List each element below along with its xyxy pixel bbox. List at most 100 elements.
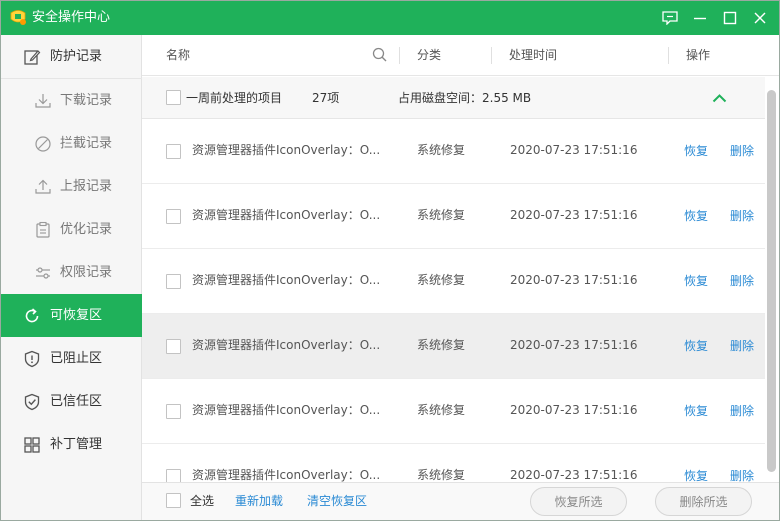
sidebar-item-blocked-zone[interactable]: 已阻止区	[1, 337, 142, 380]
chevron-up-icon[interactable]	[712, 93, 727, 103]
scrollbar-thumb[interactable]	[767, 90, 776, 472]
column-header-action: 操作	[686, 48, 711, 62]
group-disk-usage: 占用磁盘空间：2.55 MB	[398, 91, 532, 105]
table-row[interactable]: 资源管理器插件IconOverlay：O... 系统修复 2020-07-23 …	[142, 184, 765, 249]
maximize-icon[interactable]	[720, 8, 740, 28]
minimize-icon[interactable]	[690, 8, 710, 28]
row-category: 系统修复	[417, 403, 466, 417]
sidebar-item-label: 已信任区	[50, 394, 103, 409]
sidebar-item-label: 补丁管理	[50, 437, 103, 452]
row-name: 资源管理器插件IconOverlay：O...	[192, 208, 381, 222]
sidebar-item-trusted-zone[interactable]: 已信任区	[1, 380, 142, 423]
sidebar-item-patch-management[interactable]: 补丁管理	[1, 423, 142, 466]
sidebar: 防护记录 下载记录 拦截记录 上报记录 优化记录 权限记录 可恢复区 已阻止区 …	[0, 35, 142, 521]
row-category: 系统修复	[417, 143, 466, 157]
row-time: 2020-07-23 17:51:16	[510, 403, 638, 417]
divider	[668, 47, 669, 64]
restore-link[interactable]: 恢复	[684, 144, 708, 158]
group-label: 一周前处理的项目	[186, 91, 283, 105]
shield-alert-icon	[24, 350, 40, 368]
restore-link[interactable]: 恢复	[684, 404, 708, 418]
sidebar-item-restore-zone[interactable]: 可恢复区	[1, 294, 142, 337]
row-time: 2020-07-23 17:51:16	[510, 468, 638, 482]
group-checkbox[interactable]	[166, 90, 181, 105]
clipboard-icon	[36, 221, 50, 238]
delete-link[interactable]: 删除	[730, 144, 754, 158]
column-header-time[interactable]: 处理时间	[509, 48, 557, 62]
block-icon	[35, 136, 51, 152]
delete-link[interactable]: 删除	[730, 209, 754, 223]
sidebar-item-protection-records[interactable]: 防护记录	[1, 35, 142, 78]
row-time: 2020-07-23 17:51:16	[510, 208, 638, 222]
patch-grid-icon	[24, 437, 40, 453]
reload-link[interactable]: 重新加载	[235, 494, 283, 508]
row-checkbox[interactable]	[166, 144, 181, 159]
row-checkbox[interactable]	[166, 404, 181, 419]
sidebar-item-permission-records[interactable]: 权限记录	[1, 251, 142, 294]
restore-link[interactable]: 恢复	[684, 274, 708, 288]
sidebar-item-label: 下载记录	[60, 93, 113, 108]
close-icon[interactable]	[750, 8, 770, 28]
delete-link[interactable]: 删除	[730, 274, 754, 288]
row-name: 资源管理器插件IconOverlay：O...	[192, 338, 381, 352]
restore-selected-button[interactable]: 恢复所选	[530, 487, 627, 516]
shield-check-icon	[24, 393, 40, 411]
feedback-icon[interactable]	[660, 8, 680, 28]
column-header-category[interactable]: 分类	[417, 48, 441, 62]
row-time: 2020-07-23 17:51:16	[510, 338, 638, 352]
row-name: 资源管理器插件IconOverlay：O...	[192, 143, 381, 157]
row-category: 系统修复	[417, 338, 466, 352]
sidebar-item-block-records[interactable]: 拦截记录	[1, 122, 142, 165]
delete-link[interactable]: 删除	[730, 404, 754, 418]
table-header: 名称 分类 处理时间 操作	[142, 35, 780, 76]
sidebar-item-label: 权限记录	[60, 265, 113, 280]
divider	[399, 47, 400, 64]
row-category: 系统修复	[417, 468, 466, 482]
row-checkbox[interactable]	[166, 339, 181, 354]
row-category: 系统修复	[417, 273, 466, 287]
column-header-name[interactable]: 名称	[166, 48, 190, 62]
sidebar-item-report-records[interactable]: 上报记录	[1, 165, 142, 208]
row-time: 2020-07-23 17:51:16	[510, 273, 638, 287]
sidebar-item-label: 优化记录	[60, 222, 113, 237]
upload-icon	[35, 179, 51, 194]
sidebar-item-label: 防护记录	[50, 49, 103, 64]
table-row[interactable]: 资源管理器插件IconOverlay：O... 系统修复 2020-07-23 …	[142, 314, 765, 379]
sidebar-item-label: 拦截记录	[60, 136, 113, 151]
footer-bar: 全选 重新加载 清空恢复区 恢复所选 删除所选	[142, 482, 780, 521]
table-row[interactable]: 资源管理器插件IconOverlay：O... 系统修复 2020-07-23 …	[142, 119, 765, 184]
window-title: 安全操作中心	[32, 10, 111, 25]
shield-logo-icon	[10, 10, 26, 25]
row-time: 2020-07-23 17:51:16	[510, 143, 638, 157]
row-name: 资源管理器插件IconOverlay：O...	[192, 273, 381, 287]
delete-link[interactable]: 删除	[730, 469, 754, 483]
download-icon	[35, 94, 51, 108]
restore-link[interactable]: 恢复	[684, 339, 708, 353]
select-all-label[interactable]: 全选	[190, 494, 214, 508]
sidebar-item-optimize-records[interactable]: 优化记录	[1, 208, 142, 251]
row-name: 资源管理器插件IconOverlay：O...	[192, 468, 381, 482]
clear-restore-zone-link[interactable]: 清空恢复区	[307, 494, 367, 508]
sidebar-item-label: 上报记录	[60, 179, 113, 194]
row-category: 系统修复	[417, 208, 466, 222]
search-icon[interactable]	[372, 47, 387, 62]
sliders-icon	[36, 267, 50, 279]
title-bar: 安全操作中心	[0, 0, 780, 35]
sidebar-item-label: 已阻止区	[50, 351, 103, 366]
row-checkbox[interactable]	[166, 274, 181, 289]
table-row[interactable]: 资源管理器插件IconOverlay：O... 系统修复 2020-07-23 …	[142, 379, 765, 444]
select-all-checkbox[interactable]	[166, 493, 181, 508]
row-checkbox[interactable]	[166, 209, 181, 224]
restore-link[interactable]: 恢复	[684, 209, 708, 223]
sidebar-item-download-records[interactable]: 下载记录	[1, 79, 142, 122]
sidebar-item-label: 可恢复区	[50, 308, 103, 323]
delete-link[interactable]: 删除	[730, 339, 754, 353]
restore-link[interactable]: 恢复	[684, 469, 708, 483]
group-header[interactable]: 一周前处理的项目 27项 占用磁盘空间：2.55 MB	[142, 77, 765, 119]
group-count: 27项	[312, 91, 340, 105]
edit-icon	[24, 50, 41, 65]
delete-selected-button[interactable]: 删除所选	[655, 487, 752, 516]
row-name: 资源管理器插件IconOverlay：O...	[192, 403, 381, 417]
table-row[interactable]: 资源管理器插件IconOverlay：O... 系统修复 2020-07-23 …	[142, 249, 765, 314]
divider	[491, 47, 492, 64]
